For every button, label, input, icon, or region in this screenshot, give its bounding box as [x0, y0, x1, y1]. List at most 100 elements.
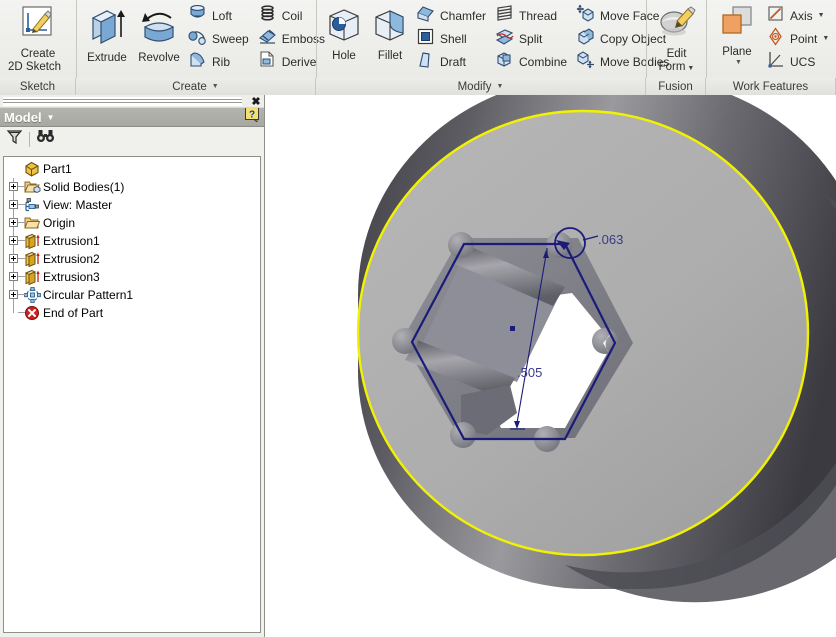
view-master-icon — [23, 197, 41, 213]
edit-form-label-text: Form — [658, 61, 686, 73]
browser-header: Model ▼ ? — [0, 107, 264, 127]
model-tree-container[interactable]: Part1 Solid Bodies(1) View: Master Origi… — [3, 156, 261, 633]
expand-plus-icon[interactable] — [9, 200, 18, 209]
emboss-icon — [258, 27, 277, 51]
help-icon[interactable]: ? — [245, 107, 260, 127]
tree-item-extrusion2[interactable]: Extrusion2 — [8, 250, 260, 268]
tree-expander-solid-bodies[interactable] — [8, 178, 25, 196]
extrude-icon — [85, 5, 129, 50]
revolve-button[interactable]: Revolve — [133, 2, 185, 68]
browser-dropdown-caret-icon[interactable]: ▼ — [47, 113, 55, 122]
modify-small-column-2: Thread Split Combine — [492, 2, 573, 73]
browser-toolbar-separator — [29, 131, 30, 147]
tree-item-solid-bodies[interactable]: Solid Bodies(1) — [8, 178, 260, 196]
split-button[interactable]: Split — [492, 27, 573, 50]
sweep-label: Sweep — [212, 31, 249, 46]
model-browser-panel: ✖ Model ▼ ? Part1 Solid Bodies(1) View: … — [0, 95, 264, 637]
tree-line — [18, 240, 25, 241]
plane-icon — [717, 5, 757, 44]
loft-icon — [188, 4, 207, 28]
chamfer-label: Chamfer — [440, 8, 487, 23]
draft-button[interactable]: Draft — [413, 50, 492, 73]
panel-modify-caret-icon[interactable]: ▼ — [496, 83, 503, 90]
browser-drag-handle[interactable] — [3, 96, 242, 106]
plane-button[interactable]: Plane ▼ — [711, 2, 763, 69]
tree-item-part1[interactable]: Part1 — [8, 160, 260, 178]
tree-expander-extrusion3[interactable] — [8, 268, 25, 286]
axis-caret-icon[interactable]: ▼ — [818, 12, 825, 19]
model-3d-view[interactable]: .063 .505 — [265, 95, 836, 637]
tree-item-end-of-part[interactable]: End of Part — [8, 304, 260, 322]
panel-label-create[interactable]: Create ▼ — [76, 78, 316, 95]
move-bodies-icon — [576, 50, 595, 74]
panel-label-sketch: Sketch — [0, 78, 76, 95]
rib-button[interactable]: Rib — [185, 50, 255, 73]
graphics-viewport[interactable]: .063 .505 — [264, 95, 836, 637]
edit-form-caret-icon[interactable]: ▼ — [685, 65, 694, 72]
sweep-button[interactable]: Sweep — [185, 27, 255, 50]
revolve-icon — [137, 5, 181, 50]
loft-button[interactable]: Loft — [185, 4, 255, 27]
thread-button[interactable]: Thread — [492, 4, 573, 27]
expand-plus-icon[interactable] — [9, 290, 18, 299]
panel-label-create-text: Create — [172, 80, 207, 93]
expand-plus-icon[interactable] — [9, 236, 18, 245]
tree-item-view-master[interactable]: View: Master — [8, 196, 260, 214]
loft-label: Loft — [212, 8, 233, 23]
tree-item-origin[interactable]: Origin — [8, 214, 260, 232]
hole-button[interactable]: Hole — [321, 2, 367, 66]
create-small-column-1: Loft Sweep Rib — [185, 2, 255, 73]
tree-item-extrusion2-label: Extrusion2 — [43, 252, 100, 266]
browser-close-button[interactable]: ✖ — [248, 95, 264, 108]
tree-item-extrusion3[interactable]: Extrusion3 — [8, 268, 260, 286]
ucs-button[interactable]: UCS — [763, 50, 835, 73]
panel-label-fusion-text: Fusion — [658, 80, 693, 93]
hexagon-across-flats-dimension-text[interactable]: .505 — [517, 365, 542, 380]
tree-expander-view-master[interactable] — [8, 196, 25, 214]
chamfer-button[interactable]: Chamfer — [413, 4, 492, 27]
coil-label: Coil — [281, 8, 303, 23]
tree-item-extrusion1[interactable]: Extrusion1 — [8, 232, 260, 250]
tree-item-circular-pattern1[interactable]: Circular Pattern1 — [8, 286, 260, 304]
bolt-boss[interactable] — [392, 328, 418, 354]
edit-form-label-line1: Edit — [666, 48, 687, 60]
point-caret-icon[interactable]: ▼ — [822, 35, 829, 42]
shell-button[interactable]: Shell — [413, 27, 492, 50]
plane-caret-icon[interactable]: ▼ — [735, 59, 742, 66]
find-icon[interactable] — [36, 128, 55, 150]
tree-item-solid-bodies-label: Solid Bodies(1) — [43, 180, 125, 194]
work-features-small-column-1: Axis ▼ Point ▼ UCS — [763, 2, 835, 73]
extrude-button[interactable]: Extrude — [81, 2, 133, 68]
part-icon — [23, 161, 41, 177]
sweep-icon — [188, 27, 207, 51]
edit-form-icon — [657, 5, 697, 46]
sketch-center-point[interactable] — [510, 326, 515, 331]
expand-plus-icon[interactable] — [9, 254, 18, 263]
expand-plus-icon[interactable] — [9, 218, 18, 227]
modify-small-column-1: Chamfer Shell Draft — [413, 2, 492, 73]
tree-expander-circular-pattern1[interactable] — [8, 286, 25, 304]
ribbon-panel-create: Extrude Revolve Loft Sweep Rib Coil Embo… — [76, 0, 325, 78]
hole-diameter-dimension-text[interactable]: .063 — [598, 232, 623, 247]
axis-button[interactable]: Axis ▼ — [763, 4, 835, 27]
fillet-label: Fillet — [377, 50, 403, 62]
fillet-button[interactable]: Fillet — [367, 2, 413, 66]
browser-grip-bar[interactable]: ✖ — [0, 95, 264, 108]
tree-expander-origin[interactable] — [8, 214, 25, 232]
tree-expander-extrusion1[interactable] — [8, 232, 25, 250]
panel-create-caret-icon[interactable]: ▼ — [212, 83, 219, 90]
edit-form-button[interactable]: Edit Form ▼ — [649, 2, 705, 78]
filter-icon[interactable] — [6, 128, 23, 150]
thread-label: Thread — [519, 8, 558, 23]
tree-expander-extrusion2[interactable] — [8, 250, 25, 268]
tree-item-origin-label: Origin — [43, 216, 76, 230]
expand-plus-icon[interactable] — [9, 182, 18, 191]
expand-plus-icon[interactable] — [9, 272, 18, 281]
shell-label: Shell — [440, 31, 467, 46]
fillet-icon — [370, 5, 410, 48]
point-button[interactable]: Point ▼ — [763, 26, 835, 50]
shell-icon — [416, 27, 435, 51]
combine-button[interactable]: Combine — [492, 50, 573, 73]
panel-label-modify[interactable]: Modify ▼ — [316, 78, 646, 95]
